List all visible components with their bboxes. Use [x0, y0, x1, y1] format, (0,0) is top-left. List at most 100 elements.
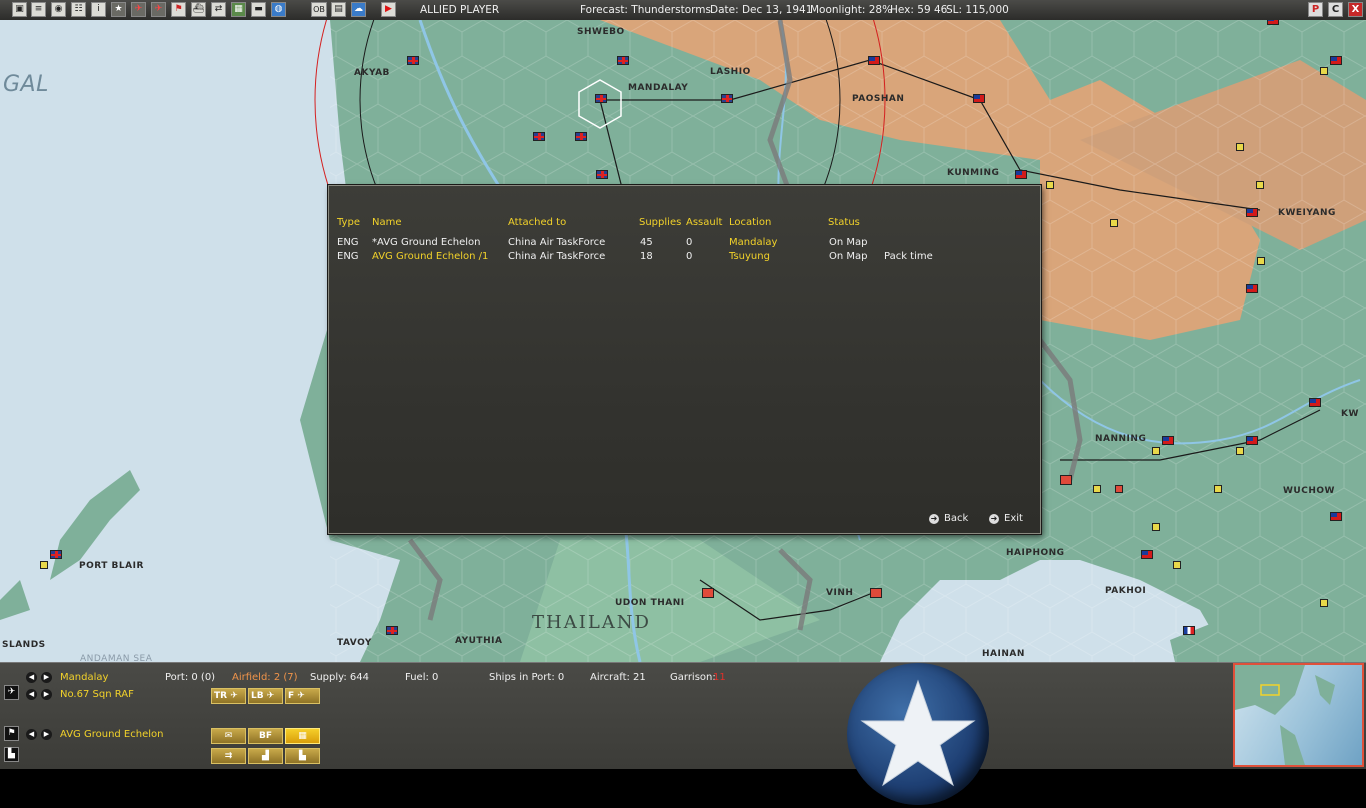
- uk-base-flag[interactable]: [575, 132, 587, 141]
- unit-marker[interactable]: [1152, 447, 1160, 455]
- base-icon[interactable]: ▬: [251, 2, 266, 17]
- enemy-base-marker[interactable]: [1060, 475, 1072, 485]
- col-header-location[interactable]: Location: [729, 217, 771, 228]
- china-base-flag[interactable]: [1267, 20, 1279, 25]
- transfer-icon[interactable]: ⇉: [211, 748, 246, 764]
- sl-label: SL: 115,000: [946, 4, 1009, 16]
- minimap[interactable]: [1233, 663, 1364, 767]
- map-icon[interactable]: ▦: [231, 2, 246, 17]
- next-ground-unit-arrow[interactable]: ▶: [41, 729, 52, 740]
- end-turn-icon[interactable]: ▶: [381, 2, 396, 17]
- ground-unit-name[interactable]: AVG Ground Echelon: [60, 729, 163, 740]
- transport-mission-button[interactable]: TR ✈: [211, 688, 246, 704]
- uk-base-flag[interactable]: [721, 94, 733, 103]
- col-header-assault[interactable]: Assault: [686, 217, 722, 228]
- globe-icon[interactable]: ◍: [271, 2, 286, 17]
- enemy-unit-marker[interactable]: [1115, 485, 1123, 493]
- cell-name[interactable]: AVG Ground Echelon /1: [372, 251, 488, 262]
- unit-marker[interactable]: [1110, 219, 1118, 227]
- cell-location[interactable]: Tsuyung: [729, 251, 770, 262]
- china-base-flag[interactable]: [1330, 56, 1342, 65]
- col-header-status[interactable]: Status: [828, 217, 860, 228]
- china-base-flag[interactable]: [868, 56, 880, 65]
- factory-icon[interactable]: ▙: [4, 747, 19, 762]
- china-base-flag[interactable]: [1330, 512, 1342, 521]
- prev-base-arrow[interactable]: ◀: [26, 672, 37, 683]
- save-icon[interactable]: ▣: [12, 2, 27, 17]
- unit-marker[interactable]: [1257, 257, 1265, 265]
- china-base-flag[interactable]: [1141, 550, 1153, 559]
- back-button[interactable]: ➜ Back: [929, 513, 968, 524]
- china-base-flag[interactable]: [1309, 398, 1321, 407]
- next-air-unit-arrow[interactable]: ▶: [41, 689, 52, 700]
- city-icon[interactable]: ▟: [248, 748, 283, 764]
- unit-marker[interactable]: [1152, 523, 1160, 531]
- mail-icon[interactable]: ✉: [211, 728, 246, 744]
- star-icon[interactable]: ★: [111, 2, 126, 17]
- cell-name[interactable]: *AVG Ground Echelon: [372, 237, 480, 248]
- p-button[interactable]: P: [1308, 2, 1323, 17]
- unit-marker[interactable]: [1046, 181, 1054, 189]
- china-base-flag[interactable]: [1246, 436, 1258, 445]
- uk-base-flag[interactable]: [386, 626, 398, 635]
- board-icon[interactable]: ▦: [285, 728, 320, 744]
- table-icon[interactable]: ▤: [331, 2, 346, 17]
- unit-marker[interactable]: [1214, 485, 1222, 493]
- unit-marker[interactable]: [1320, 67, 1328, 75]
- base-name[interactable]: Mandalay: [60, 672, 108, 683]
- unit-marker[interactable]: [40, 561, 48, 569]
- cloud-icon[interactable]: ☁: [351, 2, 366, 17]
- prev-air-unit-arrow[interactable]: ◀: [26, 689, 37, 700]
- uk-base-flag[interactable]: [617, 56, 629, 65]
- bomber-icon[interactable]: ✈: [151, 2, 166, 17]
- enemy-base-marker[interactable]: [702, 588, 714, 598]
- air-unit-icon[interactable]: ✈: [4, 685, 19, 700]
- uk-base-flag[interactable]: [533, 132, 545, 141]
- factory-build-icon[interactable]: ▙: [285, 748, 320, 764]
- ground-unit-flag-icon[interactable]: ⚑: [4, 726, 19, 741]
- fighter-mission-button[interactable]: F ✈: [285, 688, 320, 704]
- bomber-mission-button[interactable]: LB ✈: [248, 688, 283, 704]
- col-header-attached[interactable]: Attached to: [508, 217, 566, 228]
- exit-button[interactable]: ➜ Exit: [989, 513, 1023, 524]
- china-base-flag[interactable]: [973, 94, 985, 103]
- unit-marker[interactable]: [1320, 599, 1328, 607]
- uk-base-flag[interactable]: [596, 170, 608, 179]
- next-base-arrow[interactable]: ▶: [41, 672, 52, 683]
- ob-icon[interactable]: OB: [311, 2, 327, 17]
- unit-marker[interactable]: [1236, 143, 1244, 151]
- doc-icon[interactable]: ≡: [31, 2, 46, 17]
- china-base-flag[interactable]: [1246, 284, 1258, 293]
- info-icon[interactable]: i: [91, 2, 106, 17]
- map-label-haiphong: HAIPHONG: [1006, 548, 1065, 558]
- bf-button[interactable]: BF: [248, 728, 283, 744]
- col-header-supplies[interactable]: Supplies: [639, 217, 681, 228]
- china-base-flag[interactable]: [1162, 436, 1174, 445]
- col-header-type[interactable]: Type: [337, 217, 360, 228]
- prev-ground-unit-arrow[interactable]: ◀: [26, 729, 37, 740]
- unit-marker[interactable]: [1173, 561, 1181, 569]
- uk-base-flag[interactable]: [50, 550, 62, 559]
- french-base-flag[interactable]: [1183, 626, 1195, 635]
- uk-base-flag[interactable]: [595, 94, 607, 103]
- unit-marker[interactable]: [1236, 447, 1244, 455]
- air-unit-name[interactable]: No.67 Sqn RAF: [60, 689, 134, 700]
- unit-marker[interactable]: [1256, 181, 1264, 189]
- china-base-flag[interactable]: [1246, 208, 1258, 217]
- c-button[interactable]: C: [1328, 2, 1343, 17]
- fighter-icon[interactable]: ✈: [131, 2, 146, 17]
- col-header-name[interactable]: Name: [372, 217, 402, 228]
- table-row[interactable]: ENG AVG Ground Echelon /1 China Air Task…: [329, 251, 1040, 265]
- unit-marker[interactable]: [1093, 485, 1101, 493]
- ship-icon[interactable]: ⛴: [191, 2, 206, 17]
- report-icon[interactable]: ◉: [51, 2, 66, 17]
- transfer-icon[interactable]: ⇄: [211, 2, 226, 17]
- table-row[interactable]: ENG *AVG Ground Echelon China Air TaskFo…: [329, 237, 1040, 251]
- close-button[interactable]: X: [1348, 2, 1363, 17]
- enemy-base-marker[interactable]: [870, 588, 882, 598]
- cell-location[interactable]: Mandalay: [729, 237, 777, 248]
- list-icon[interactable]: ☷: [71, 2, 86, 17]
- uk-base-flag[interactable]: [407, 56, 419, 65]
- china-base-flag[interactable]: [1015, 170, 1027, 179]
- flag-icon[interactable]: ⚑: [171, 2, 186, 17]
